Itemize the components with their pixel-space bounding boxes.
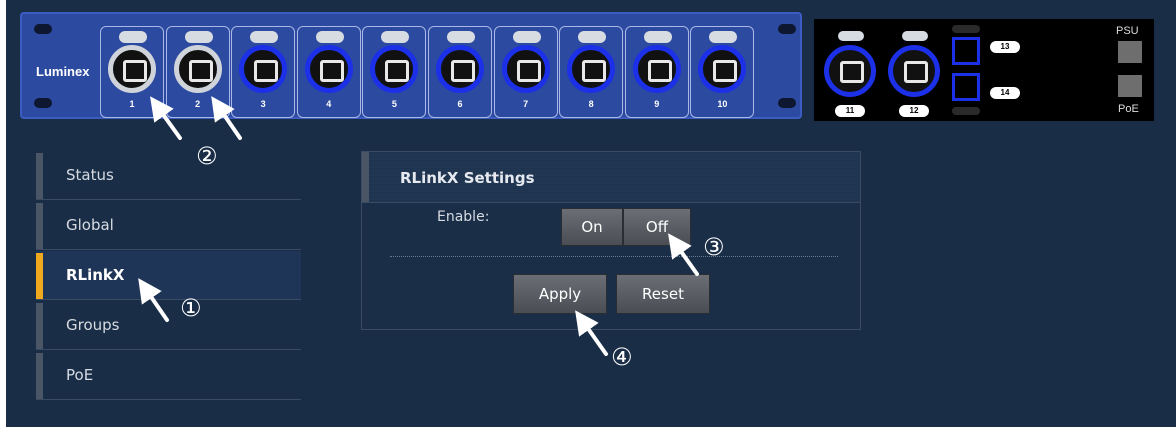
callout-4: ④ [611,343,633,371]
callout-3: ③ [703,233,725,261]
annotation-arrow-icon [138,96,699,356]
callout-2: ② [196,142,218,170]
callout-1: ① [180,294,202,322]
